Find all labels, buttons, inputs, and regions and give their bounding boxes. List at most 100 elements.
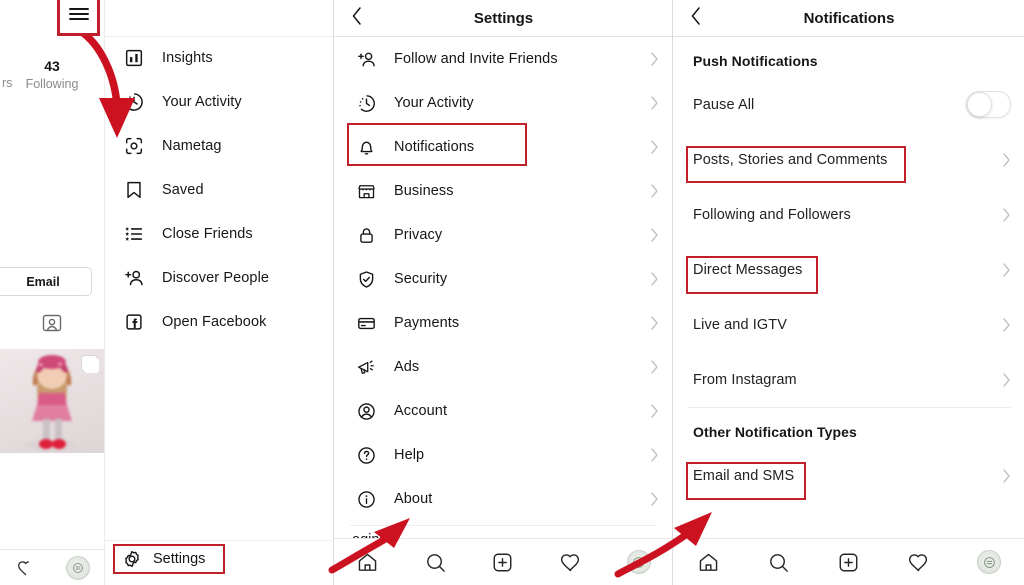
toggle-knob	[967, 91, 992, 117]
following-stat[interactable]: 43 Following	[0, 58, 104, 92]
profile-avatar-icon[interactable]	[626, 550, 651, 574]
chevron-right-icon	[650, 315, 659, 331]
chevron-right-icon	[1002, 468, 1011, 484]
drawer-settings-row[interactable]: Settings	[105, 540, 333, 585]
drawer-item-discover-people[interactable]: Discover People	[105, 256, 333, 300]
close-friends-list-icon	[121, 221, 147, 247]
storefront-icon	[354, 179, 378, 203]
heart-icon[interactable]	[907, 551, 930, 574]
settings-row-account[interactable]: Account	[334, 389, 673, 433]
notifications-row-label: Direct Messages	[693, 261, 803, 278]
photo-thumbnail[interactable]	[0, 349, 104, 453]
drawer-item-label: Nametag	[162, 138, 222, 154]
chevron-right-icon	[1002, 262, 1011, 278]
home-icon[interactable]	[356, 551, 379, 574]
nametag-scan-icon	[121, 133, 147, 159]
screenshot-root: rs 43 Following Email Insights Your Acti…	[0, 0, 1024, 585]
home-icon[interactable]	[697, 551, 720, 574]
search-icon[interactable]	[767, 551, 790, 574]
back-button[interactable]	[334, 5, 380, 32]
notifications-title: Notifications	[803, 9, 895, 27]
notifications-row-posts-stories-comments[interactable]: Posts, Stories and Comments	[673, 132, 1024, 187]
add-person-icon	[121, 265, 147, 291]
notifications-panel: Notifications Push Notifications Pause A…	[672, 0, 1024, 585]
left-bottom-tabbar	[0, 549, 104, 585]
drawer-item-open-facebook[interactable]: Open Facebook	[105, 300, 333, 344]
add-post-icon[interactable]	[837, 551, 860, 574]
settings-row-follow-invite-friends[interactable]: Follow and Invite Friends	[334, 37, 673, 81]
tagged-photos-tab[interactable]	[0, 305, 104, 345]
notifications-row-label: Posts, Stories and Comments	[693, 151, 888, 168]
settings-row-your-activity[interactable]: Your Activity	[334, 81, 673, 125]
notifications-row-direct-messages[interactable]: Direct Messages	[673, 242, 1024, 297]
settings-bottom-tabbar	[334, 538, 673, 585]
settings-row-label: Your Activity	[394, 95, 474, 111]
clock-activity-icon	[354, 91, 378, 115]
settings-row-notifications[interactable]: Notifications	[334, 125, 673, 169]
heart-icon[interactable]	[559, 551, 582, 574]
following-label: Following	[25, 77, 79, 91]
chevron-right-icon	[1002, 152, 1011, 168]
settings-row-ads[interactable]: Ads	[334, 345, 673, 389]
drawer-item-label: Close Friends	[162, 226, 253, 242]
search-icon[interactable]	[424, 551, 447, 574]
notifications-row-email-and-sms[interactable]: Email and SMS	[673, 448, 1024, 503]
chevron-right-icon	[650, 359, 659, 375]
notifications-row-live-and-igtv[interactable]: Live and IGTV	[673, 297, 1024, 352]
drawer-item-your-activity[interactable]: Your Activity	[105, 80, 333, 124]
back-button[interactable]	[673, 5, 719, 32]
notifications-row-following-and-followers[interactable]: Following and Followers	[673, 187, 1024, 242]
pause-all-toggle[interactable]	[966, 91, 1011, 118]
settings-row-help[interactable]: Help	[334, 433, 673, 477]
chevron-right-icon	[650, 95, 659, 111]
settings-row-label: Privacy	[394, 227, 443, 243]
notifications-row-pause-all[interactable]: Pause All	[673, 77, 1024, 132]
profile-avatar-icon[interactable]	[52, 556, 104, 580]
drawer-item-saved[interactable]: Saved	[105, 168, 333, 212]
heart-icon[interactable]	[0, 558, 52, 578]
chevron-right-icon	[1002, 317, 1011, 333]
settings-row-label: Help	[394, 447, 425, 463]
settings-row-about[interactable]: About	[334, 477, 673, 521]
other-notification-types-section: Other Notification Types Email and SMS	[673, 408, 1024, 503]
drawer-item-close-friends[interactable]: Close Friends	[105, 212, 333, 256]
settings-row-label: About	[394, 491, 433, 507]
bell-icon	[354, 135, 378, 159]
profile-avatar-icon[interactable]	[977, 550, 1002, 574]
bookmark-icon	[121, 177, 147, 203]
lock-icon	[354, 223, 378, 247]
settings-row-security[interactable]: Security	[334, 257, 673, 301]
hamburger-menu-icon	[67, 5, 91, 28]
profile-strip: rs 43 Following Email	[0, 0, 105, 549]
settings-item-list: Follow and Invite Friends Your Activity	[334, 37, 673, 548]
megaphone-icon	[354, 355, 378, 379]
settings-row-label: Security	[394, 271, 448, 287]
notifications-row-label: From Instagram	[693, 371, 797, 388]
settings-row-label: Follow and Invite Friends	[394, 51, 558, 67]
chevron-right-icon	[650, 447, 659, 463]
section-heading: Push Notifications	[693, 53, 818, 69]
facebook-icon	[121, 309, 147, 335]
email-button[interactable]: Email	[0, 267, 92, 296]
insights-bar-chart-icon	[121, 45, 147, 71]
chevron-right-icon	[650, 51, 659, 67]
notifications-row-from-instagram[interactable]: From Instagram	[673, 352, 1024, 407]
settings-row-label: Account	[394, 403, 448, 419]
drawer-item-insights[interactable]: Insights	[105, 36, 333, 80]
clock-activity-icon	[121, 89, 147, 115]
drawer-item-nametag[interactable]: Nametag	[105, 124, 333, 168]
chevron-right-icon	[650, 183, 659, 199]
settings-row-label: Business	[394, 183, 454, 199]
notifications-row-label: Following and Followers	[693, 206, 851, 223]
side-drawer-menu: Insights Your Activity Nametag Saved Clo…	[104, 0, 333, 585]
section-heading: Other Notification Types	[693, 424, 857, 440]
settings-row-privacy[interactable]: Privacy	[334, 213, 673, 257]
settings-panel: Settings Follow and Invite Friends Your …	[333, 0, 673, 585]
add-post-icon[interactable]	[491, 551, 514, 574]
settings-row-business[interactable]: Business	[334, 169, 673, 213]
hamburger-menu-button[interactable]	[57, 0, 100, 36]
credit-card-icon	[354, 311, 378, 335]
settings-row-payments[interactable]: Payments	[334, 301, 673, 345]
doll-photo-graphic	[26, 355, 78, 451]
notifications-row-label: Pause All	[693, 96, 755, 113]
